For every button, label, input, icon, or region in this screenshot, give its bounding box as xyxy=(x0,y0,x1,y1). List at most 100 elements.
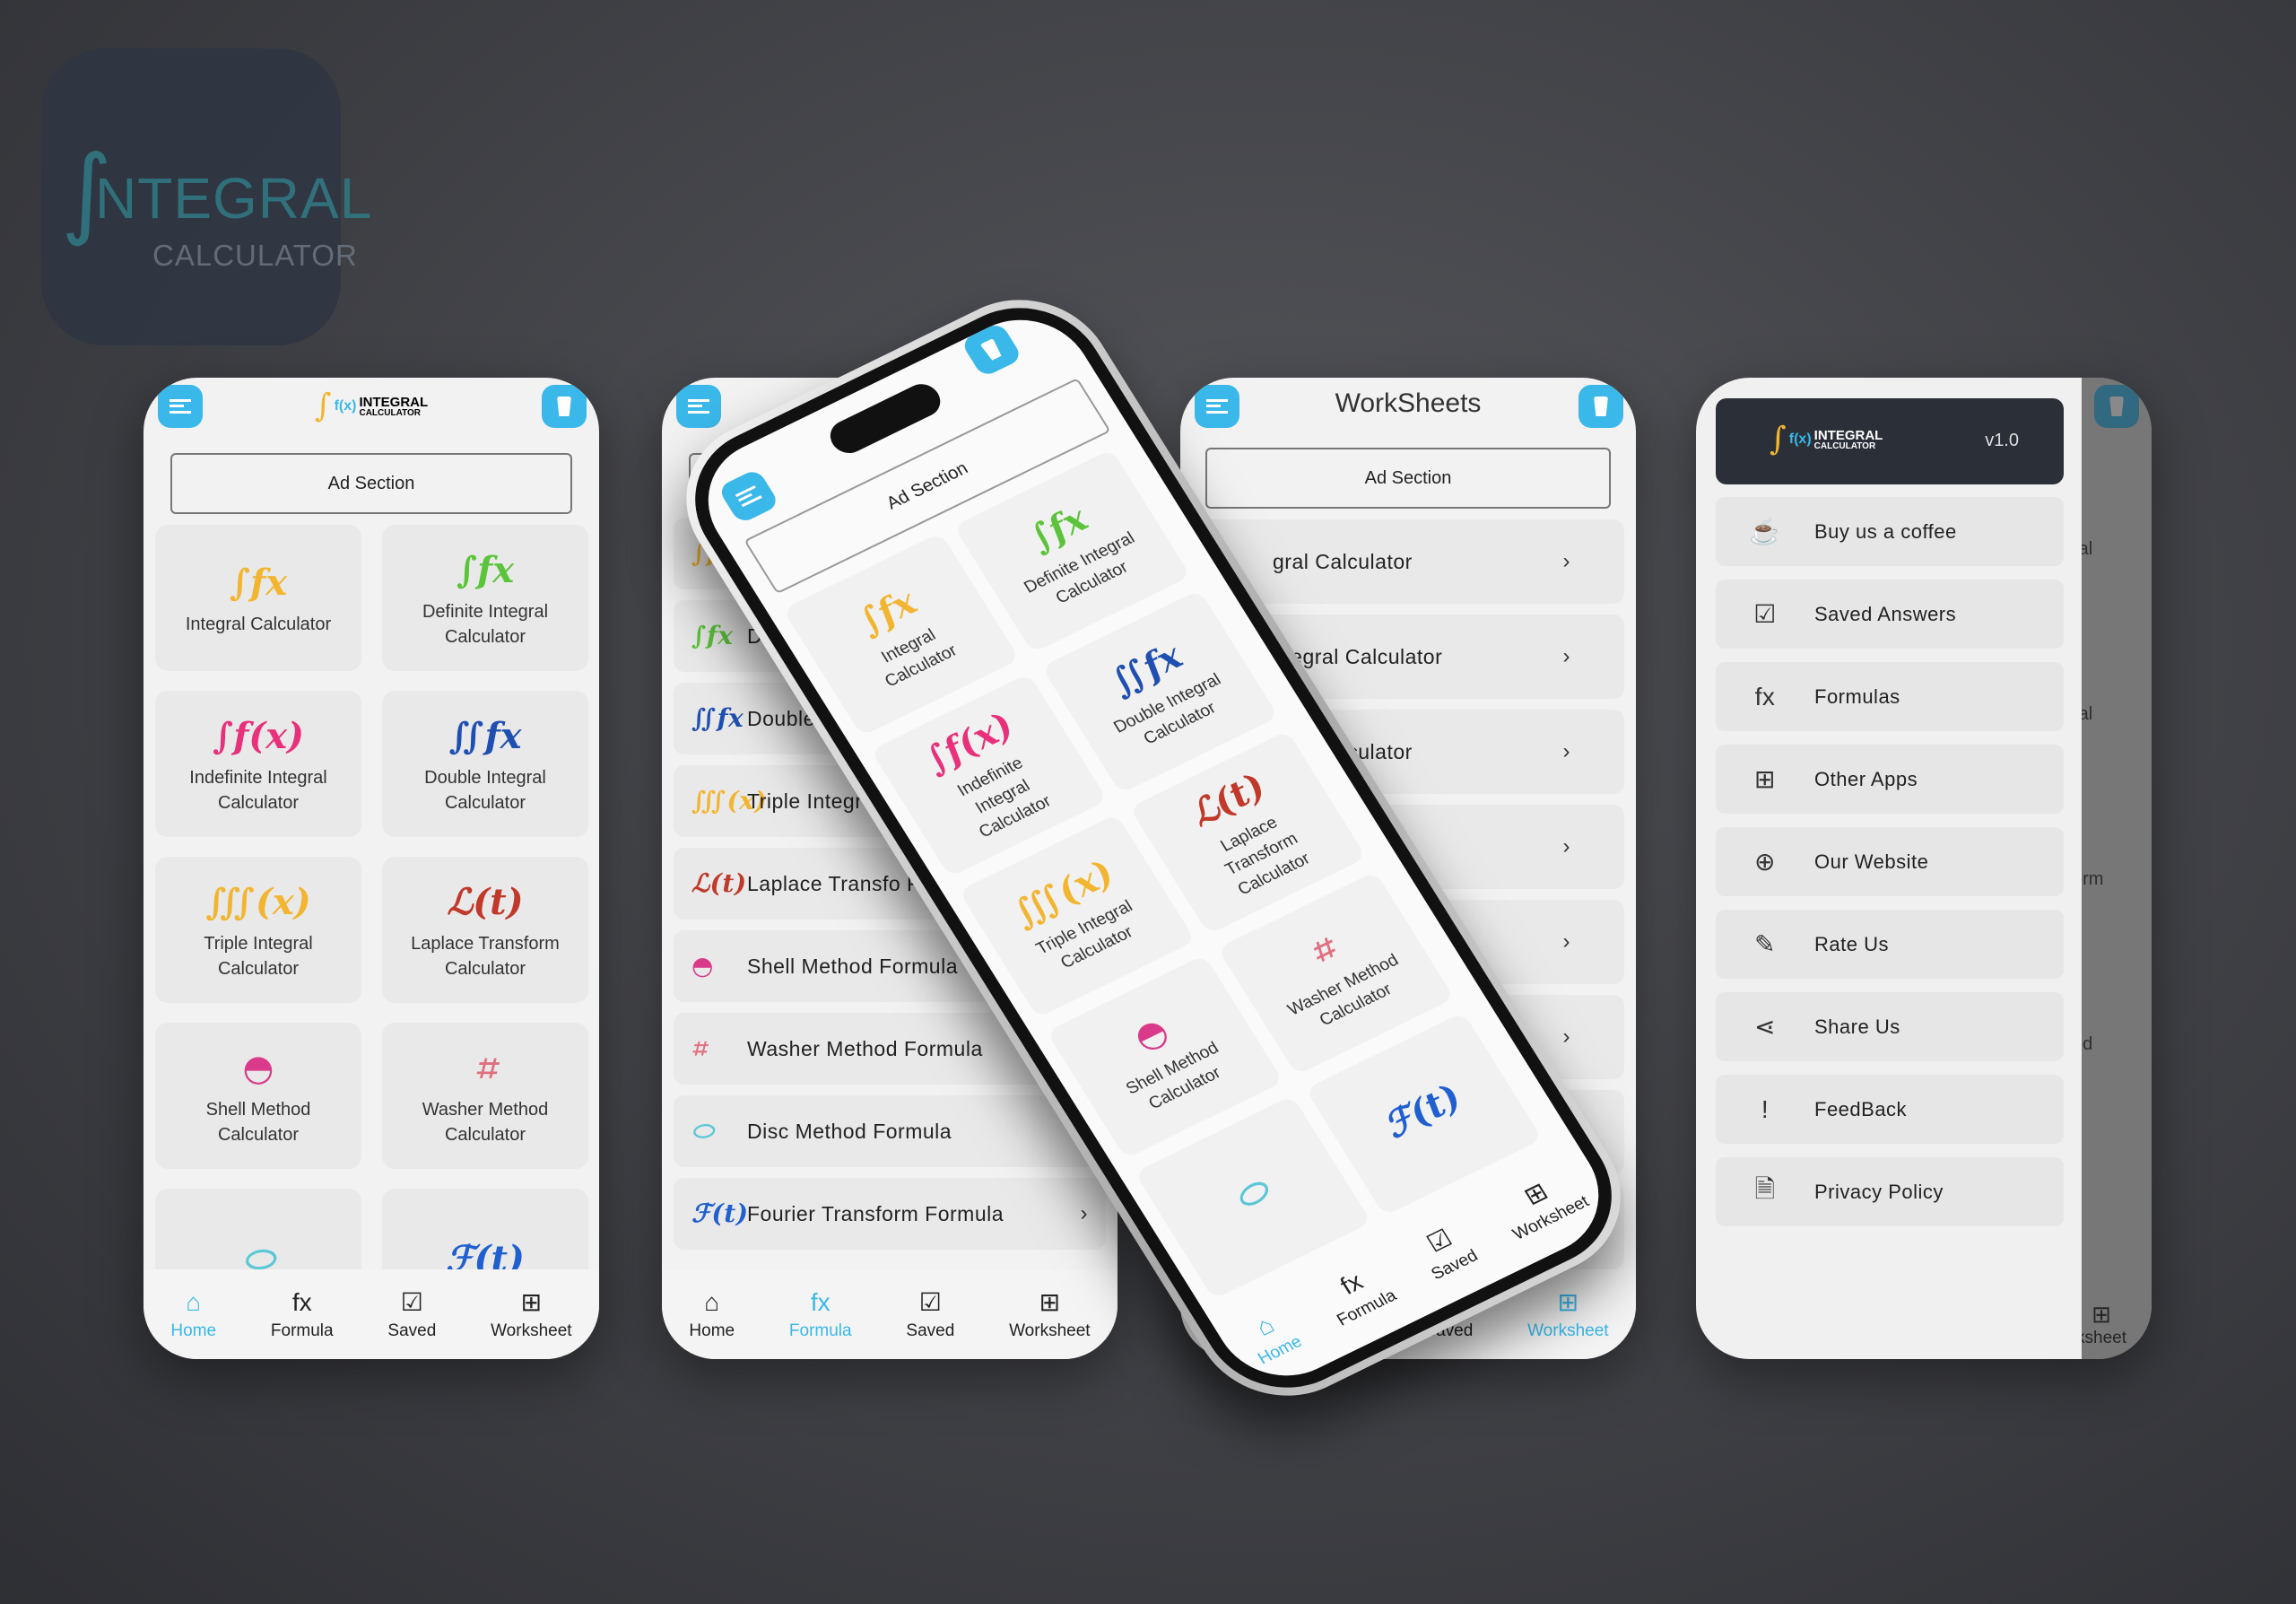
triple-integral-icon: ∭(x) xyxy=(205,880,311,923)
app-icon-logo: ∫ NTEGRAL CALCULATOR xyxy=(41,48,371,345)
drawer-item-formulas[interactable]: fx Formulas xyxy=(1716,662,2064,731)
worksheet-list-item[interactable]: gral Calculator › xyxy=(1192,519,1624,604)
menu-button[interactable] xyxy=(158,385,203,428)
double-integral-icon: ∬fx xyxy=(691,703,744,733)
nav-home[interactable]: ⌂Home xyxy=(170,1287,216,1341)
card-label: Double Integral Calculator xyxy=(424,767,546,813)
item-label: Disc Method Formula xyxy=(747,1120,952,1143)
page-title: WorkSheets xyxy=(1335,388,1482,418)
drawer-item-rate-us[interactable]: ✎ Rate Us xyxy=(1716,910,2064,979)
ad-section: Ad Section xyxy=(1205,448,1611,509)
home-icon: ⌂ xyxy=(704,1288,720,1316)
drawer-item-share-us[interactable]: ⋖ Share Us xyxy=(1716,992,2064,1061)
drawer-item-label: Buy us a coffee xyxy=(1814,519,1957,543)
calculator-card[interactable]: ∭(x) Triple Integral Calculator xyxy=(155,857,361,1003)
calculator-card[interactable]: ∫fx Definite Integral Calculator xyxy=(382,525,588,671)
drawer-item-label: Saved Answers xyxy=(1814,602,1957,625)
fx-icon: fx xyxy=(1754,682,1776,710)
fourier-icon: ℱ(t) xyxy=(1375,1076,1469,1147)
fx-icon: fx xyxy=(810,1288,831,1316)
calculator-card[interactable]: ∫fx Integral Calculator xyxy=(155,525,361,671)
definite-integral-icon: ∫fx xyxy=(456,548,515,591)
nav-worksheet[interactable]: ⊞ Worksheet xyxy=(491,1287,571,1341)
privacy-icon: 🗎 xyxy=(1754,1174,1776,1203)
card-label: Definite Integral Calculator xyxy=(422,601,549,647)
nav-saved[interactable]: ☑Saved xyxy=(387,1287,436,1341)
card-label: Triple Integral Calculator xyxy=(204,933,313,979)
drawer-item-label: Share Us xyxy=(1814,1015,1900,1038)
menu-icon xyxy=(688,399,709,414)
drawer-item-buy-us-a-coffee[interactable]: ☕ Buy us a coffee xyxy=(1716,497,2064,566)
nav-home[interactable]: ⌂ Home xyxy=(689,1287,735,1341)
drawer-item-saved-answers[interactable]: ☑ Saved Answers xyxy=(1716,580,2064,649)
home-screen: ∫ f(x) INTEGRAL CALCULATOR Ad Section ∫fx In… xyxy=(144,378,599,1359)
nav-formula[interactable]: fxFormula xyxy=(789,1287,852,1341)
shell-icon: ◓ xyxy=(691,951,714,981)
coffee-button[interactable] xyxy=(960,321,1023,379)
chevron-right-icon: › xyxy=(1562,1024,1570,1049)
rate-icon: ✎ xyxy=(1754,930,1776,958)
menu-button[interactable] xyxy=(676,385,721,428)
nav-formula[interactable]: fx Formula xyxy=(271,1287,334,1341)
calculator-card[interactable]: ⌗ Washer Method Calculator xyxy=(382,1023,588,1169)
nav-label: Home xyxy=(689,1321,735,1340)
nav-home[interactable]: ⌂Home xyxy=(1237,1303,1307,1369)
drawer-item-label: Rate Us xyxy=(1814,932,1889,955)
triple-integral-icon: ∭(x) xyxy=(691,786,768,815)
calculator-card[interactable]: ∫f(x) Indefinite Integral Calculator xyxy=(155,691,361,837)
shell-icon: ◓ xyxy=(1126,1009,1177,1059)
drawer-header: ∫ f(x) INTEGRAL CALCULATOR v1.0 xyxy=(1716,398,2064,484)
worksheet-icon: ⊞ xyxy=(520,1288,543,1316)
nav-saved[interactable]: ☑Saved xyxy=(906,1287,954,1341)
coffee-button[interactable] xyxy=(1578,385,1623,428)
home-icon: ⌂ xyxy=(186,1288,202,1316)
bottom-nav: ⌂ Home fx Formula ☑ Saved ⊞ Worksheet xyxy=(144,1269,599,1359)
nav-label: Worksheet xyxy=(1527,1321,1609,1340)
coffee-icon xyxy=(980,338,1004,362)
fourier-icon: ℱ(t) xyxy=(691,1199,749,1228)
drawer-screen: ralralormod ⊞ksheet ∫f(x)INTEGRALCALCULA… xyxy=(1696,378,2152,1359)
saved-icon: ☑ xyxy=(1422,1224,1457,1258)
drawer-item-feedback[interactable]: ! FeedBack xyxy=(1716,1075,2064,1144)
nav-worksheet[interactable]: ⊞ Worksheet xyxy=(1492,1164,1593,1245)
nav-label: Worksheet xyxy=(491,1321,572,1340)
chevron-right-icon: › xyxy=(1562,929,1570,954)
formula-list-item[interactable]: ℱ(t) Fourier Transform Formula › xyxy=(674,1178,1106,1250)
coffee-button[interactable] xyxy=(542,385,587,428)
fx-icon: fx xyxy=(1335,1267,1368,1300)
indefinite-integral-icon: ∫f(x) xyxy=(212,714,305,757)
washer-icon: ⌗ xyxy=(474,1046,496,1089)
nav-worksheet[interactable]: ⊞ Worksheet xyxy=(1527,1287,1608,1341)
menu-button[interactable] xyxy=(717,467,781,525)
nav-formula[interactable]: fxFormula xyxy=(1316,1257,1401,1330)
disc-icon: ⬭ xyxy=(1226,1170,1277,1220)
item-label: Fourier Transform Formula xyxy=(747,1202,1004,1225)
coffee-icon: ☕ xyxy=(1749,518,1781,545)
shell-icon: ◓ xyxy=(242,1046,274,1089)
double-integral-icon: ∬fx xyxy=(448,714,522,757)
nav-saved[interactable]: ☑Saved xyxy=(1410,1217,1482,1285)
fx-icon: fx xyxy=(291,1288,312,1316)
calculator-card[interactable]: ∬fx Double Integral Calculator xyxy=(382,691,588,837)
formula-list-item[interactable]: ⬭Disc Method Formula› xyxy=(674,1095,1106,1167)
drawer-item-our-website[interactable]: ⊕ Our Website xyxy=(1716,827,2064,896)
calculator-card[interactable]: ℒ(t) Laplace Transform Calculator xyxy=(382,857,588,1003)
nav-label: Formula xyxy=(270,1321,334,1340)
drawer-item-other-apps[interactable]: ⊞ Other Apps xyxy=(1716,745,2064,814)
card-label: Indefinite Integral Calculator xyxy=(189,767,327,813)
feedback-icon: ! xyxy=(1761,1094,1770,1123)
nav-worksheet[interactable]: ⊞ Worksheet xyxy=(1009,1287,1090,1341)
logo-subtitle: CALCULATOR xyxy=(152,239,358,272)
washer-icon: ⌗ xyxy=(1301,928,1343,973)
home-icon: ⌂ xyxy=(1250,1311,1280,1341)
coffee-icon xyxy=(557,397,571,416)
integral-icon: ∫fx xyxy=(229,561,288,604)
bottom-nav: ⌂ Home fx Formula ☑ Saved ⊞ Worksheet xyxy=(662,1269,1118,1359)
saved-icon: ☑ xyxy=(918,1288,942,1316)
menu-icon xyxy=(170,399,191,414)
app-logo: ∫ f(x) INTEGRAL CALCULATOR xyxy=(314,388,429,424)
calculator-card[interactable]: ◓ Shell Method Calculator xyxy=(155,1023,361,1169)
washer-icon: ⌗ xyxy=(691,1033,707,1063)
nav-label: Saved xyxy=(387,1321,437,1340)
drawer-item-privacy-policy[interactable]: 🗎 Privacy Policy xyxy=(1716,1157,2064,1226)
